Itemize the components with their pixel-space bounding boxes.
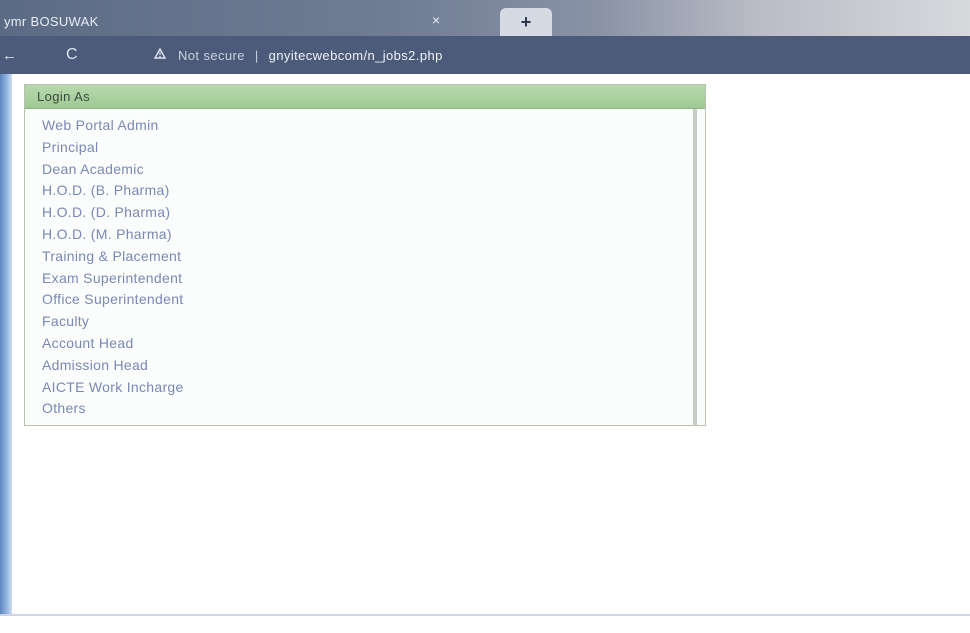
browser-toolbar: ← C Not secure | gnyitecwebcom/n_jobs2.p… bbox=[0, 36, 970, 74]
login-option-admission-head[interactable]: Admission Head bbox=[42, 355, 184, 377]
tab-close-icon[interactable]: × bbox=[432, 12, 440, 28]
login-option-office-superintendent[interactable]: Office Superintendent bbox=[42, 289, 184, 311]
login-option-hod-m-pharma[interactable]: H.O.D. (M. Pharma) bbox=[42, 224, 184, 246]
lock-icon[interactable] bbox=[153, 47, 168, 63]
login-role-list: Web Portal Admin Principal Dean Academic… bbox=[42, 115, 184, 420]
login-option-hod-d-pharma[interactable]: H.O.D. (D. Pharma) bbox=[42, 202, 184, 224]
tab-title: ymr BOSUWAK bbox=[4, 13, 99, 29]
page-bottom-divider bbox=[0, 614, 970, 616]
browser-tab[interactable]: ymr BOSUWAK × bbox=[0, 6, 470, 36]
login-as-header: Login As bbox=[25, 85, 705, 109]
url-text[interactable]: gnyitecwebcom/n_jobs2.php bbox=[269, 48, 443, 63]
login-option-faculty[interactable]: Faculty bbox=[42, 311, 184, 333]
login-option-dean-academic[interactable]: Dean Academic bbox=[42, 159, 184, 181]
login-option-principal[interactable]: Principal bbox=[42, 137, 184, 159]
reload-icon[interactable]: C bbox=[66, 46, 102, 64]
url-separator: | bbox=[254, 47, 259, 63]
security-label: Not secure bbox=[178, 47, 245, 63]
login-option-others[interactable]: Others bbox=[42, 398, 184, 420]
login-option-exam-superintendent[interactable]: Exam Superintendent bbox=[42, 268, 184, 290]
browser-tab-strip: ymr BOSUWAK × + bbox=[0, 0, 970, 36]
address-bar[interactable]: Not secure | gnyitecwebcom/n_jobs2.php bbox=[153, 43, 960, 67]
new-tab-button[interactable]: + bbox=[500, 8, 552, 36]
login-option-training-placement[interactable]: Training & Placement bbox=[42, 246, 184, 268]
back-arrow-icon[interactable]: ← bbox=[2, 47, 32, 64]
login-option-account-head[interactable]: Account Head bbox=[42, 333, 184, 355]
login-option-hod-b-pharma[interactable]: H.O.D. (B. Pharma) bbox=[42, 180, 184, 202]
page-left-border bbox=[0, 74, 12, 616]
panel-scrollbar[interactable] bbox=[693, 109, 697, 426]
login-option-web-portal-admin[interactable]: Web Portal Admin bbox=[42, 115, 184, 137]
login-as-panel: Login As Web Portal Admin Principal Dean… bbox=[24, 84, 706, 426]
login-option-aicte-work-incharge[interactable]: AICTE Work Incharge bbox=[42, 377, 184, 399]
